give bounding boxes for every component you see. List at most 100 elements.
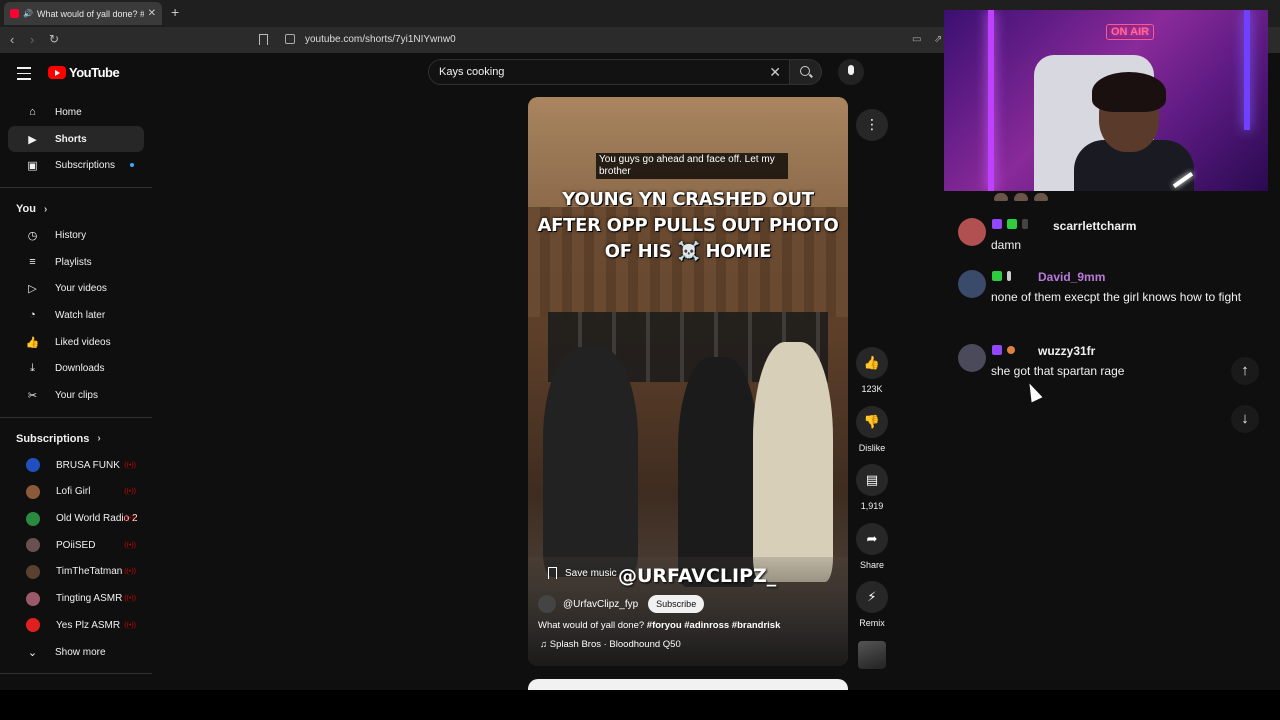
- sidebar-item-your-clips[interactable]: ✂ Your clips: [8, 382, 144, 409]
- sidebar-item-label: Downloads: [55, 363, 105, 375]
- sidebar-you-header[interactable]: You ›: [0, 196, 152, 222]
- on-air-sign: ON AIR: [1106, 24, 1155, 40]
- share-page-icon[interactable]: ⇗: [934, 34, 942, 45]
- sound-thumbnail[interactable]: [858, 641, 886, 669]
- sidebar-item-home[interactable]: ⌂ Home: [8, 99, 144, 126]
- chat-text: none of them execpt the girl knows how t…: [991, 290, 1242, 304]
- live-icon: ((•)): [124, 595, 136, 603]
- voice-search-button[interactable]: [838, 59, 864, 85]
- streamer-hair: [1092, 72, 1166, 112]
- back-icon[interactable]: ‹: [10, 32, 14, 47]
- clock-icon: ◔: [29, 309, 36, 322]
- clear-search-icon[interactable]: ✕: [769, 64, 781, 81]
- share-button[interactable]: ➦ Share: [856, 523, 888, 570]
- sidebar-item-playlists[interactable]: ≡ Playlists: [8, 249, 144, 276]
- bookmark-icon: [548, 567, 557, 579]
- save-music-button[interactable]: Save music: [548, 567, 617, 579]
- close-tab-icon[interactable]: ✕: [148, 8, 156, 19]
- channel-avatar[interactable]: [538, 595, 556, 613]
- sidebar-subscriptions-header[interactable]: Subscriptions ›: [0, 426, 152, 452]
- sidebar-divider: [0, 673, 152, 675]
- description-hashtags[interactable]: #foryou #adinross #brandrisk: [647, 620, 781, 631]
- comment-icon: ▤: [856, 464, 888, 496]
- next-short-button[interactable]: ↓: [1231, 405, 1259, 433]
- sidebar-item-label: History: [55, 229, 87, 241]
- remix-button[interactable]: ⚡ Remix: [856, 581, 888, 628]
- dislike-label: Dislike: [858, 443, 886, 453]
- url-field[interactable]: youtube.com/shorts/7yi1NIYwnw0: [305, 34, 456, 45]
- previous-short-button[interactable]: ↑: [1231, 357, 1259, 385]
- dislike-button[interactable]: 👎 Dislike: [856, 406, 888, 453]
- sidebar-channel-item[interactable]: BRUSA FUNK ((•)): [8, 452, 144, 479]
- comments-button[interactable]: ▤ 1,919: [856, 464, 888, 511]
- sidebar-channel-item[interactable]: Old World Radio 2 ((•)): [8, 505, 144, 532]
- music-link[interactable]: ♫ Splash Bros · Bloodhound Q50: [540, 639, 681, 650]
- share-icon: ➦: [856, 523, 888, 555]
- sidebar-item-label: Watch later: [55, 309, 106, 321]
- chevron-right-icon: ›: [43, 203, 48, 215]
- chat-username[interactable]: scarrlettcharm: [1053, 219, 1136, 233]
- sidebar: ⌂ Home ▶ Shorts ▣ Subscriptions You › ◷ …: [0, 99, 152, 682]
- sidebar-channel-item[interactable]: TimTheTatman ((•)): [8, 559, 144, 586]
- live-icon: ((•)): [124, 515, 136, 523]
- bookmark-icon[interactable]: [259, 34, 268, 45]
- like-count: 123K: [861, 384, 883, 394]
- sidebar-divider: [0, 187, 152, 189]
- new-content-dot: [130, 163, 134, 168]
- video-description[interactable]: What would of yall done? #foryou #adinro…: [538, 620, 780, 631]
- sub-badge-icon: [992, 219, 1002, 229]
- sidebar-item-label: Shorts: [55, 133, 87, 145]
- live-icon: ((•)): [124, 541, 136, 549]
- sidebar-item-history[interactable]: ◷ History: [8, 222, 144, 249]
- avatar: [26, 591, 40, 606]
- video-caption: You guys go ahead and face off. Let my b…: [596, 153, 788, 179]
- forward-icon[interactable]: ›: [30, 32, 34, 47]
- avatar: [958, 218, 986, 246]
- video-person: [678, 357, 758, 587]
- sidebar-item-watch-later[interactable]: ◔ Watch later: [8, 302, 144, 329]
- sidebar-channel-item[interactable]: POiiSED ((•)): [8, 532, 144, 559]
- search-input[interactable]: [439, 66, 739, 78]
- more-options-button[interactable]: ⋮: [856, 109, 888, 141]
- youtube-logo[interactable]: YouTube: [48, 65, 120, 80]
- sidebar-item-label: Subscriptions: [55, 160, 116, 172]
- home-icon: ⌂: [29, 106, 36, 119]
- sidebar-channel-item[interactable]: Yes Plz ASMR ((•)): [8, 612, 144, 639]
- sidebar-item-subscriptions[interactable]: ▣ Subscriptions: [8, 152, 144, 179]
- emote-row: [994, 193, 1048, 201]
- avatar: [26, 511, 40, 526]
- sub-badge-icon: [992, 345, 1002, 355]
- like-button[interactable]: 👍 123K: [856, 347, 888, 394]
- avatar: [958, 270, 986, 298]
- sidebar-item-downloads[interactable]: ⤓ Downloads: [8, 356, 144, 383]
- sidebar-item-liked-videos[interactable]: 👍 Liked videos: [8, 329, 144, 356]
- sidebar-channel-item[interactable]: Tingting ASMR ((•)): [8, 585, 144, 612]
- short-video-player[interactable]: You guys go ahead and face off. Let my b…: [528, 97, 848, 666]
- channel-row: @UrfavClipz_fyp Subscribe: [538, 595, 705, 613]
- reload-icon[interactable]: ↻: [49, 32, 59, 46]
- chat-username[interactable]: wuzzy31fr: [1038, 344, 1095, 358]
- new-tab-icon[interactable]: +: [171, 4, 179, 20]
- avatar: [26, 538, 40, 553]
- search-button[interactable]: [790, 59, 822, 85]
- site-info-icon[interactable]: [285, 34, 295, 44]
- browser-tab[interactable]: 🔊 What would of yall done? #fo ✕: [4, 2, 162, 25]
- sidebar-channel-item[interactable]: Lofi Girl ((•)): [8, 479, 144, 506]
- audio-playing-icon[interactable]: 🔊: [23, 9, 33, 18]
- channel-name[interactable]: @UrfavClipz_fyp: [563, 599, 638, 610]
- cast-icon[interactable]: ▭: [912, 34, 921, 45]
- chevron-right-icon: ›: [97, 433, 101, 445]
- avatar: [26, 564, 40, 579]
- sidebar-divider: [0, 416, 152, 418]
- chat-username[interactable]: David_9mm: [1038, 270, 1105, 284]
- sidebar-item-shorts[interactable]: ▶ Shorts: [8, 125, 144, 153]
- show-more-button[interactable]: ⌄ Show more: [8, 639, 144, 666]
- thumbs-down-icon: 👎: [856, 406, 888, 438]
- avatar: [26, 458, 40, 473]
- subscribe-button[interactable]: Subscribe: [648, 595, 705, 613]
- chevron-down-icon: ⌄: [27, 646, 38, 659]
- comments-count: 1,919: [860, 501, 884, 511]
- user-badges: [992, 345, 1015, 355]
- menu-icon[interactable]: [17, 67, 31, 84]
- sidebar-item-your-videos[interactable]: ▷ Your videos: [8, 275, 144, 302]
